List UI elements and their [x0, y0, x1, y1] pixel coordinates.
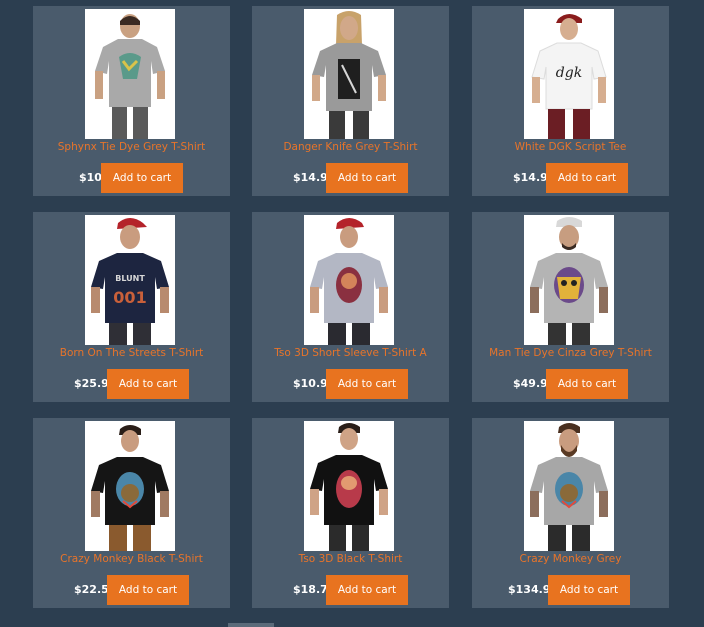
product-image[interactable]: BLUNT 001 [85, 215, 175, 345]
product-image[interactable] [85, 421, 175, 551]
product-card: dgk White DGK Script Tee $14.9 Add to ca… [472, 6, 669, 196]
product-name[interactable]: Danger Knife Grey T-Shirt [252, 140, 449, 154]
man-tie-dye-tshirt-image [530, 217, 608, 345]
product-grid: Sphynx Tie Dye Grey T-Shirt $10 Add to c… [0, 0, 704, 627]
born-streets-tshirt-image: BLUNT 001 [91, 218, 169, 345]
product-card: Sphynx Tie Dye Grey T-Shirt $10 Add to c… [33, 6, 230, 196]
add-to-cart-button[interactable]: Add to cart [546, 163, 628, 193]
horizontal-scrollbar-thumb[interactable] [228, 623, 274, 627]
crazy-monkey-grey-tshirt-image [530, 423, 608, 551]
product-image[interactable] [524, 421, 614, 551]
product-price: $10 [79, 171, 102, 184]
add-to-cart-button[interactable]: Add to cart [101, 163, 183, 193]
add-to-cart-button[interactable]: Add to cart [326, 575, 408, 605]
product-price: $14.9 [293, 171, 328, 184]
add-to-cart-button[interactable]: Add to cart [326, 369, 408, 399]
sphynx-tshirt-image [95, 14, 165, 139]
add-to-cart-button[interactable]: Add to cart [326, 163, 408, 193]
tso-3d-tshirt-image [310, 218, 388, 345]
product-price: $10.9 [293, 377, 328, 390]
tso-3d-black-tshirt-image [310, 423, 388, 551]
svg-text:001: 001 [113, 288, 146, 307]
product-name[interactable]: Sphynx Tie Dye Grey T-Shirt [33, 140, 230, 154]
add-to-cart-button[interactable]: Add to cart [107, 575, 189, 605]
product-name[interactable]: Crazy Monkey Black T-Shirt [33, 552, 230, 566]
product-card: BLUNT 001 Born On The Streets T-Shirt $2… [33, 212, 230, 402]
svg-text:dgk: dgk [556, 65, 582, 81]
product-name[interactable]: Crazy Monkey Grey [472, 552, 669, 566]
product-name[interactable]: White DGK Script Tee [472, 140, 669, 154]
product-card: Man Tie Dye Cinza Grey T-Shirt $49.9 Add… [472, 212, 669, 402]
add-to-cart-button[interactable]: Add to cart [107, 369, 189, 399]
product-image[interactable] [304, 9, 394, 139]
product-card: Danger Knife Grey T-Shirt $14.9 Add to c… [252, 6, 449, 196]
crazy-monkey-black-tshirt-image [91, 425, 169, 551]
product-name[interactable]: Tso 3D Black T-Shirt [252, 552, 449, 566]
product-price: $14.9 [513, 171, 548, 184]
product-image[interactable] [304, 215, 394, 345]
danger-knife-tshirt-image [312, 11, 386, 139]
product-price: $25.9 [74, 377, 109, 390]
product-card: Crazy Monkey Black T-Shirt $22.5 Add to … [33, 418, 230, 608]
add-to-cart-button[interactable]: Add to cart [546, 369, 628, 399]
product-price: $22.5 [74, 583, 109, 596]
product-image[interactable]: dgk [524, 9, 614, 139]
product-name[interactable]: Man Tie Dye Cinza Grey T-Shirt [472, 346, 669, 360]
product-image[interactable] [524, 215, 614, 345]
product-card: Tso 3D Black T-Shirt $18.7 Add to cart [252, 418, 449, 608]
product-image[interactable] [85, 9, 175, 139]
product-price: $134.9 [508, 583, 551, 596]
product-price: $18.7 [293, 583, 328, 596]
dgk-tee-image: dgk [531, 14, 607, 139]
product-name[interactable]: Born On The Streets T-Shirt [33, 346, 230, 360]
product-card: Crazy Monkey Grey $134.9 Add to cart [472, 418, 669, 608]
product-image[interactable] [304, 421, 394, 551]
add-to-cart-button[interactable]: Add to cart [548, 575, 630, 605]
product-name[interactable]: Tso 3D Short Sleeve T-Shirt A [252, 346, 449, 360]
svg-text:BLUNT: BLUNT [115, 274, 145, 283]
product-card: Tso 3D Short Sleeve T-Shirt A $10.9 Add … [252, 212, 449, 402]
product-price: $49.9 [513, 377, 548, 390]
